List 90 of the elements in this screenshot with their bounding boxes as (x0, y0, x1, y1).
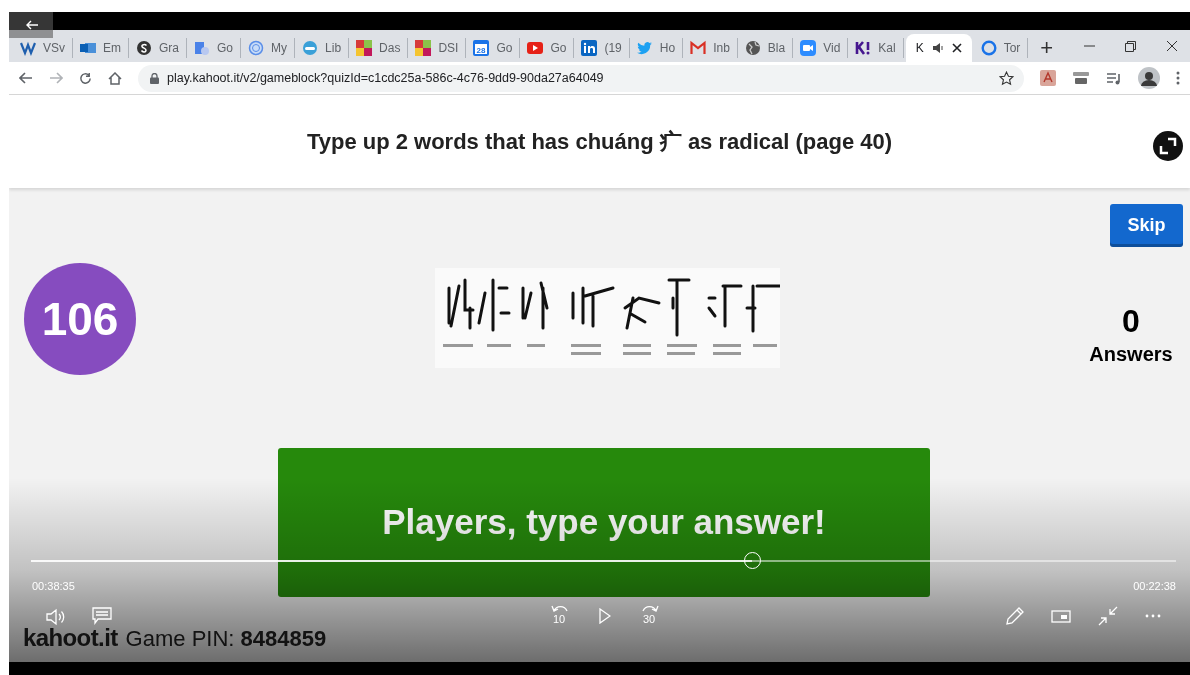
menu-icon[interactable] (1176, 71, 1180, 85)
tab-title: Bla (767, 40, 786, 57)
globe-icon (744, 40, 761, 56)
browser-tab[interactable]: Lib (295, 38, 350, 58)
tab-title: Em (103, 40, 121, 57)
close-icon[interactable] (1166, 40, 1178, 52)
bird-icon (636, 40, 653, 56)
answers-label: Answers (1089, 342, 1173, 367)
answer-count: 0 (1122, 303, 1140, 339)
tab-title: Go (496, 40, 513, 57)
lock-icon (150, 72, 159, 84)
tab-title: Inb (713, 40, 730, 57)
question-text: Type up 2 words that has chuáng 疒 as radical (page 40) (306, 128, 893, 156)
browser-tab[interactable]: Vid (793, 38, 849, 58)
video-play-icon (527, 40, 544, 56)
tiles-icon (415, 40, 432, 56)
countdown-timer: 106 (24, 263, 136, 375)
extension-icon[interactable] (1072, 71, 1090, 85)
tab-title: K (915, 40, 924, 57)
pen-icon[interactable] (1005, 606, 1025, 626)
browser-tab[interactable]: DSI (408, 38, 467, 58)
s-circle-icon (136, 40, 152, 56)
browser-tab[interactable]: Tor (973, 38, 1029, 58)
fullscreen-icon[interactable] (1153, 131, 1183, 161)
browser-tab[interactable]: Bla (737, 38, 794, 58)
picture-in-picture-icon[interactable] (1051, 610, 1071, 623)
browser-tab[interactable]: Ho (629, 38, 684, 58)
url-text: play.kahoot.it/v2/gameblock?quizId=c1cdc25a-586c-4c76-9dd9-90da27a64049 (167, 69, 604, 87)
address-bar[interactable]: play.kahoot.it/v2/gameblock?quizId=c1cdc25a-586c-4c76-9dd9-90da27a64049 (138, 64, 1024, 92)
video-camera-icon (800, 40, 817, 56)
play-icon[interactable] (599, 608, 611, 624)
mail-icon (690, 40, 707, 56)
back-arrow-icon[interactable] (25, 20, 39, 30)
playlist-icon[interactable] (1106, 71, 1122, 85)
browser-tab[interactable]: Inb (683, 38, 738, 58)
volume-icon[interactable] (45, 608, 67, 626)
browser-tab[interactable]: Das (349, 38, 409, 58)
tab-title: DSI (438, 40, 459, 57)
tab-title: Ho (659, 40, 676, 57)
home-icon[interactable] (108, 71, 122, 85)
tab-title: VSv (43, 40, 65, 57)
browser-tab[interactable]: Kal (848, 38, 904, 58)
skip-button[interactable]: Skip (1110, 204, 1183, 247)
browser-tab[interactable]: (19 (574, 38, 630, 58)
tab-title: My (271, 40, 288, 57)
document-icon (194, 40, 211, 56)
calendar-icon: 28 (473, 40, 490, 56)
browser-tab[interactable]: Go (520, 38, 575, 58)
tab-title: Lib (325, 40, 342, 57)
avatar-icon[interactable] (1138, 67, 1160, 89)
kahoot-logo: kahoot.it (23, 623, 118, 653)
back-icon[interactable] (19, 72, 33, 84)
close-icon[interactable] (951, 43, 962, 53)
browser-tab[interactable]: My (241, 38, 296, 58)
linkedin-icon (581, 40, 598, 56)
ring-icon (980, 40, 997, 56)
k-logo-icon (855, 40, 872, 56)
remaining-time: 00:22:38 (1133, 579, 1176, 594)
outlook-icon (80, 40, 96, 56)
game-pin: Game PIN: 8484859 (125, 625, 327, 653)
forward-button[interactable]: 30 (639, 602, 661, 628)
ring-icon (248, 40, 265, 56)
tab-title: Vid (823, 40, 841, 57)
browser-tab[interactable]: 28 Go (466, 38, 521, 58)
browser-tab[interactable]: Gra (129, 38, 188, 58)
tab-title: Go (550, 40, 567, 57)
star-icon[interactable] (999, 70, 1014, 86)
pdf-extension-icon[interactable] (1040, 70, 1056, 86)
captions-icon[interactable] (92, 607, 112, 625)
exit-fullscreen-icon[interactable] (1098, 606, 1118, 626)
restore-icon[interactable] (1125, 40, 1136, 52)
tab-title: Go (217, 40, 234, 57)
tab-title: Gra (159, 40, 180, 57)
more-icon[interactable] (1145, 614, 1161, 618)
tab-title: Tor (1003, 40, 1021, 57)
new-tab-button[interactable]: + (1028, 34, 1066, 62)
rewind-button[interactable]: 10 (549, 602, 571, 628)
tab-title: Kal (878, 40, 896, 57)
browser-tab[interactable]: Em (73, 38, 129, 58)
banner-text: Players, type your answer! (382, 501, 826, 544)
speaker-icon (931, 43, 944, 53)
tab-title: Das (379, 40, 401, 57)
browser-tab[interactable]: VSv (13, 38, 73, 58)
browser-tab[interactable]: K (905, 34, 972, 62)
reload-icon[interactable] (79, 71, 92, 85)
vs-logo-icon (20, 40, 36, 56)
tab-title: (19 (604, 40, 622, 57)
elapsed-time: 00:38:35 (32, 579, 75, 594)
tiles-icon (356, 40, 373, 56)
browser-tab[interactable]: Go (187, 38, 242, 58)
